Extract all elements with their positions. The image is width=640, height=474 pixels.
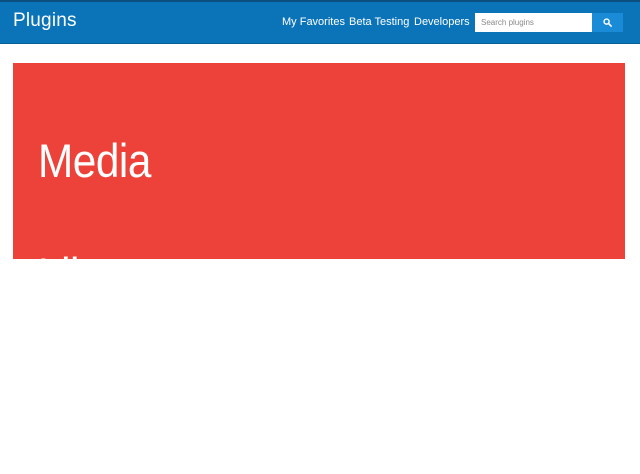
- banner-title-line: Library: [38, 248, 165, 301]
- plugin-banner-title: Media Library Folders: [38, 75, 176, 474]
- nav-link-beta-testing[interactable]: Beta Testing: [349, 15, 409, 29]
- nav-link-developers[interactable]: Developers: [414, 15, 470, 29]
- plugin-banner: Media Library Folders: [13, 63, 625, 415]
- nav-link-my-favorites[interactable]: My Favorites: [282, 15, 345, 29]
- site-header: Plugins My Favorites Beta Testing Develo…: [0, 0, 640, 44]
- banner-title-line: Folders: [38, 362, 176, 415]
- search-button[interactable]: [592, 13, 623, 32]
- banner-title-line: Media: [38, 134, 151, 187]
- search-form: [475, 13, 623, 32]
- search-input[interactable]: [475, 13, 592, 32]
- search-icon: [603, 18, 612, 27]
- header-top-border: [0, 0, 640, 2]
- plugins-home-link[interactable]: Plugins: [13, 10, 77, 32]
